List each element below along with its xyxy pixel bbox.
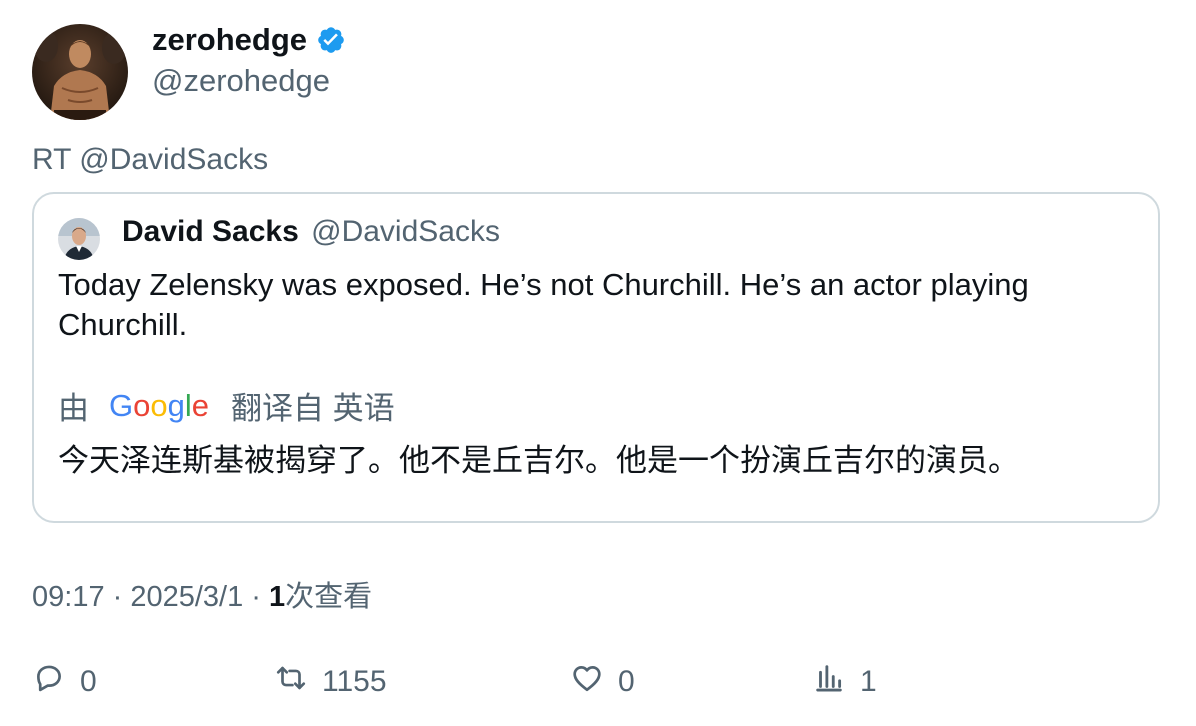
quoted-author-header[interactable]: David Sacks @DavidSacks <box>122 215 500 249</box>
translate-prefix: 由 <box>58 391 89 426</box>
like-count: 0 <box>618 665 635 698</box>
like-icon <box>570 661 604 703</box>
like-button[interactable]: 0 <box>570 660 635 704</box>
retweet-button[interactable]: 1155 <box>274 660 387 704</box>
google-logo: Google <box>109 388 209 424</box>
verified-badge-icon <box>316 25 346 55</box>
views-icon <box>812 661 846 703</box>
meta-separator-2: · <box>243 581 270 613</box>
retweet-count: 1155 <box>322 665 387 698</box>
author-display-name[interactable]: zerohedge <box>152 22 346 58</box>
quoted-author-name: David Sacks <box>122 215 299 248</box>
translation-attribution[interactable]: 由 Google 翻译自 英语 <box>58 383 395 428</box>
tweet-time[interactable]: 09:17 <box>32 581 105 613</box>
views-action-count: 1 <box>860 665 877 698</box>
translate-suffix: 翻译自 英语 <box>231 391 395 426</box>
author-handle[interactable]: @zerohedge <box>152 63 330 99</box>
translated-text: 今天泽连斯基被揭穿了。他不是丘吉尔。他是一个扮演丘吉尔的演员。 <box>58 443 1019 478</box>
author-avatar[interactable] <box>32 24 128 120</box>
quoted-tweet-text: Today Zelensky was exposed. He’s not Chu… <box>58 267 1029 342</box>
quoted-author-avatar[interactable] <box>58 218 100 260</box>
retweet-text: RT @DavidSacks <box>32 143 269 176</box>
reply-icon <box>32 661 66 703</box>
tweet-meta: 09:17 · 2025/3/1 · 1次查看 <box>32 573 372 615</box>
meta-separator: · <box>104 581 131 613</box>
reply-count: 0 <box>80 665 97 698</box>
retweet-icon <box>274 661 308 703</box>
views-label: 次查看 <box>285 581 373 613</box>
views-count: 1 <box>269 581 286 613</box>
author-name-text: zerohedge <box>152 22 308 57</box>
quoted-author-handle: @DavidSacks <box>311 215 500 248</box>
google-logo-text: Google <box>109 388 209 423</box>
quoted-tweet-card[interactable]: David Sacks @DavidSacks Today Zelensky w… <box>32 192 1160 523</box>
reply-button[interactable]: 0 <box>32 660 97 704</box>
tweet-date[interactable]: 2025/3/1 <box>130 581 243 613</box>
views-button[interactable]: 1 <box>812 660 877 704</box>
